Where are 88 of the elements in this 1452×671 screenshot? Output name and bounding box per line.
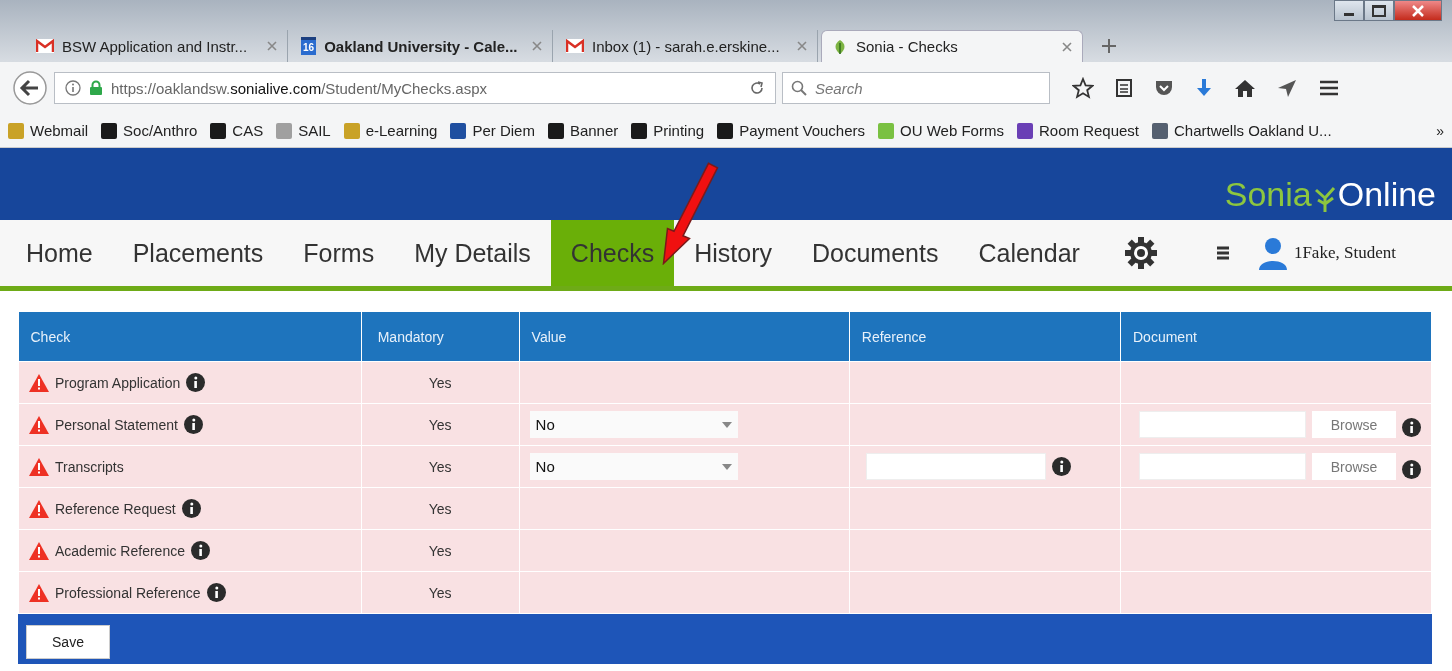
table-cell: Yes [428, 374, 452, 391]
check-name: Professional Reference [55, 584, 201, 601]
info-icon[interactable] [1402, 460, 1421, 479]
info-icon[interactable] [181, 499, 201, 518]
info-icon[interactable] [183, 415, 203, 434]
value-dropdown[interactable]: No [529, 453, 738, 480]
menu-icon[interactable] [1215, 245, 1230, 261]
column-header: Value [519, 312, 850, 362]
warning-icon [29, 457, 49, 476]
warning-icon [29, 499, 49, 518]
reading-list-icon[interactable] [1114, 77, 1134, 99]
warning-icon [29, 415, 49, 434]
save-button[interactable]: Save [26, 625, 110, 659]
bookmarks-overflow[interactable]: » [1436, 122, 1444, 139]
column-header: Mandatory [361, 312, 520, 362]
mail-icon [566, 39, 584, 53]
check-name: Academic Reference [55, 542, 185, 559]
new-tab-icon[interactable] [1102, 39, 1116, 53]
nav-tab[interactable]: Forms [283, 220, 395, 286]
window-controls-icon[interactable] [1334, 0, 1442, 20]
nav-tab[interactable]: Checks [550, 220, 675, 286]
browser-tab[interactable]: Sonia - Checks [821, 30, 1083, 62]
bookmark-link[interactable]: Payment Vouchers [717, 122, 866, 139]
caret-icon [721, 421, 732, 428]
column-header: Check [18, 312, 362, 362]
value-dropdown[interactable]: No [529, 411, 738, 438]
menu-icon[interactable] [1318, 79, 1340, 97]
logo-text: Online [1337, 174, 1436, 214]
search-icon [791, 80, 807, 96]
bookmark-link[interactable]: OU Web Forms [878, 122, 1004, 139]
search-field[interactable]: Search [782, 72, 1050, 104]
file-field[interactable] [1139, 453, 1306, 480]
bookmark-link[interactable]: Per Diem [450, 122, 535, 139]
reference-field[interactable] [865, 453, 1046, 480]
settings-icon[interactable] [1123, 236, 1158, 270]
warning-icon [29, 583, 49, 602]
bookmark-link[interactable]: Chartwells Oakland U... [1152, 122, 1332, 139]
reload-icon[interactable] [749, 80, 765, 96]
nav-tab[interactable]: Home [6, 220, 113, 286]
info-icon[interactable] [186, 373, 206, 392]
url-text: https://oaklandsw.sonialive.com/Student/MyChecks.aspx [111, 79, 489, 97]
mail-icon [36, 39, 54, 53]
info-icon[interactable] [190, 541, 210, 560]
browse-button[interactable]: Browse [1312, 453, 1396, 480]
info-icon[interactable] [1402, 418, 1421, 437]
logo-text: Sonia [1224, 174, 1312, 214]
bookmark-link[interactable]: e-Learning [343, 122, 438, 139]
table-cell: Yes [428, 500, 452, 517]
bookmark-link[interactable]: Webmail [8, 122, 89, 139]
lock-icon [89, 80, 103, 96]
send-icon[interactable] [1276, 78, 1298, 98]
column-header: Document [1120, 312, 1432, 362]
bookmark-link[interactable]: Printing [631, 122, 705, 139]
close-icon[interactable] [1062, 41, 1072, 52]
check-name: Transcripts [55, 458, 124, 475]
check-name: Reference Request [55, 500, 176, 517]
caret-icon [721, 463, 732, 470]
column-header: Reference [849, 312, 1121, 362]
check-name: Program Application [55, 374, 181, 391]
nav-tab[interactable]: Calendar [958, 220, 1100, 286]
home-icon[interactable] [1234, 78, 1256, 98]
pocket-icon[interactable] [1154, 78, 1174, 98]
nav-tab[interactable]: Placements [112, 220, 284, 286]
browse-button[interactable]: Browse [1312, 411, 1396, 438]
nav-tab[interactable]: History [674, 220, 792, 286]
bookmark-link[interactable]: SAIL [276, 122, 331, 139]
bookmark-link[interactable]: Banner [547, 122, 619, 139]
user-avatar-icon[interactable] [1257, 236, 1288, 270]
bookmark-link[interactable]: Soc/Anthro [101, 122, 198, 139]
info-icon[interactable] [1051, 457, 1071, 476]
back-button-icon[interactable] [12, 70, 48, 106]
bookmark-link[interactable]: Room Request [1016, 122, 1139, 139]
table-cell: Yes [428, 584, 452, 601]
info-icon[interactable] [206, 583, 226, 602]
warning-icon [29, 373, 49, 392]
warning-icon [29, 541, 49, 560]
table-cell: Yes [428, 458, 452, 475]
table-cell: Yes [428, 542, 452, 559]
nav-tab[interactable]: My Details [394, 220, 551, 286]
calendar-icon: 16 [301, 37, 317, 55]
user-name[interactable]: 1Fake, Student [1293, 243, 1396, 263]
bookmark-link[interactable]: CAS [210, 122, 264, 139]
file-field[interactable] [1139, 411, 1306, 438]
table-cell: Yes [428, 416, 452, 433]
nav-tab[interactable]: Documents [792, 220, 959, 286]
star-icon[interactable] [1072, 77, 1094, 99]
check-name: Personal Statement [55, 416, 178, 433]
address-bar[interactable]: https://oaklandsw.sonialive.com/Student/MyChecks.aspx [54, 72, 776, 104]
